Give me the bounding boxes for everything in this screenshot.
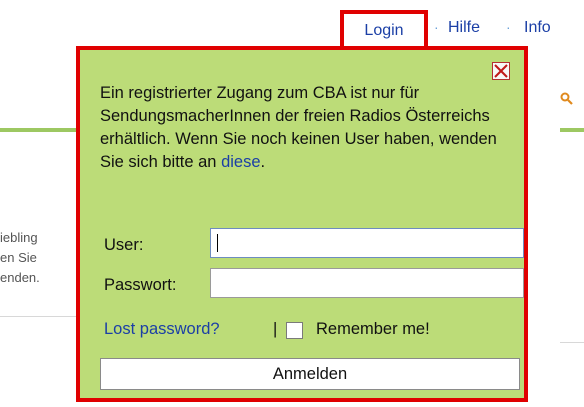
nav-separator: · <box>506 19 511 35</box>
background-divider <box>0 316 78 317</box>
remember-me-checkbox[interactable] <box>286 322 303 339</box>
nav-info-link[interactable]: Info <box>524 19 551 37</box>
login-info-message: Ein registrierter Zugang zum CBA ist nur… <box>100 84 497 171</box>
link-separator: | <box>273 320 278 338</box>
search-icon <box>560 92 578 110</box>
login-info-end: . <box>260 153 266 171</box>
nav-login-link[interactable]: Login <box>344 22 424 40</box>
background-text: enden. <box>0 270 40 285</box>
user-input[interactable] <box>210 228 524 258</box>
password-label: Passwort: <box>104 276 177 294</box>
background-accent-bar <box>560 128 584 132</box>
lost-password-link[interactable]: Lost password? <box>104 320 220 339</box>
nav-separator: · <box>434 19 439 35</box>
nav-login-tab[interactable]: Login <box>340 10 428 46</box>
background-text: en Sie <box>0 250 37 265</box>
password-input[interactable] <box>210 268 524 298</box>
login-submit-button[interactable]: Anmelden <box>100 358 520 390</box>
contact-link[interactable]: diese <box>221 153 260 171</box>
login-info-text: Ein registrierter Zugang zum CBA ist nur… <box>100 82 500 174</box>
text-caret <box>217 234 218 252</box>
remember-me-label[interactable]: Remember me! <box>316 320 430 339</box>
nav-hilfe-link[interactable]: Hilfe <box>448 19 480 37</box>
login-popup: Ein registrierter Zugang zum CBA ist nur… <box>76 46 528 402</box>
background-divider <box>560 342 584 343</box>
background-accent-bar <box>0 128 78 132</box>
close-icon[interactable] <box>492 62 510 80</box>
background-text: iebling <box>0 230 38 245</box>
user-label: User: <box>104 236 144 254</box>
